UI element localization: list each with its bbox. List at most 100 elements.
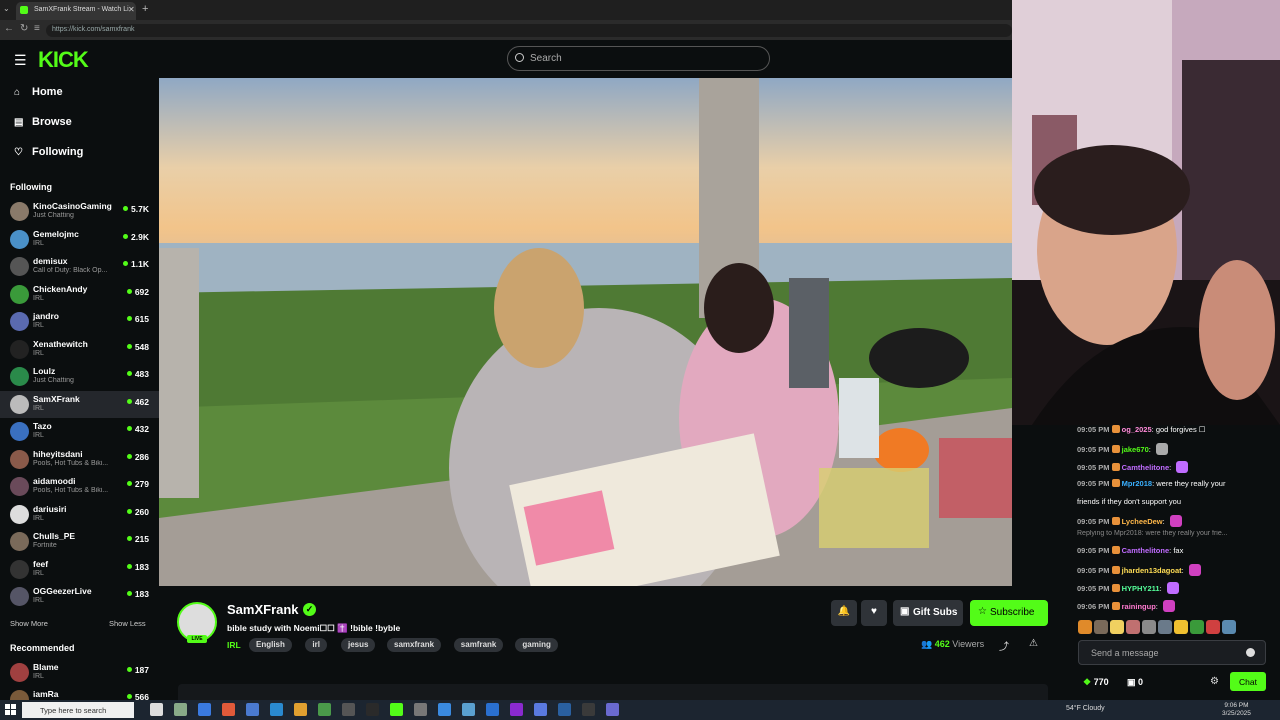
stream-tag[interactable]: gaming	[515, 638, 558, 652]
tab-list-icon[interactable]: ⌄	[3, 4, 10, 13]
chat-message[interactable]: 09:05 PM jake670:	[1077, 443, 1277, 455]
menu-icon[interactable]: ☰	[14, 52, 27, 69]
sidebar-channel-item[interactable]: aidamoodi Pools, Hot Tubs & Biki... 279	[0, 473, 159, 500]
nav-browse[interactable]: ▤ Browse	[14, 116, 72, 128]
chat-message[interactable]: 09:05 PM LycheeDew:	[1077, 515, 1277, 527]
taskbar-app-icon[interactable]	[582, 703, 595, 716]
chat-message[interactable]: 09:05 PM og_2025: god forgives ☐	[1077, 425, 1277, 434]
streamer-name[interactable]: SamXFrank	[227, 602, 299, 617]
channel-points[interactable]: ❖ 770	[1083, 677, 1109, 688]
subscribe-button[interactable]: ☆ Subscribe	[970, 600, 1048, 626]
emoji-picker-icon[interactable]	[1246, 648, 1255, 657]
emote-icon[interactable]	[1222, 620, 1236, 634]
site-info-icon[interactable]: ≡	[34, 23, 40, 34]
kick-logo[interactable]: KICK	[38, 47, 89, 73]
chat-message[interactable]: friends if they don't support you	[1077, 497, 1277, 506]
chat-send-button[interactable]: Chat	[1230, 672, 1266, 691]
taskbar-app-icon[interactable]	[606, 703, 619, 716]
taskbar-app-icon[interactable]	[294, 703, 307, 716]
search-input[interactable]: Search	[507, 46, 770, 71]
taskbar-app-icon[interactable]	[462, 703, 475, 716]
sidebar-channel-item[interactable]: jandro IRL 615	[0, 308, 159, 335]
follow-button[interactable]: ♥	[861, 600, 887, 626]
url-field[interactable]: https://kick.com/samxfrank	[46, 24, 1012, 37]
sidebar-channel-item[interactable]: hiheyitsdani Pools, Hot Tubs & Biki... 286	[0, 446, 159, 473]
chat-message-input[interactable]: Send a message	[1078, 640, 1266, 665]
stream-tag[interactable]: samxfrank	[387, 638, 442, 652]
emote-icon[interactable]	[1158, 620, 1172, 634]
taskbar-app-icon[interactable]	[390, 703, 403, 716]
taskbar-app-icon[interactable]	[318, 703, 331, 716]
taskbar-app-icon[interactable]	[486, 703, 499, 716]
show-less-button[interactable]: Show Less	[109, 619, 146, 628]
browser-tab[interactable]: SamXFrank Stream - Watch Li ✕	[16, 2, 136, 20]
taskbar-app-icon[interactable]	[198, 703, 211, 716]
taskbar-app-icon[interactable]	[414, 703, 427, 716]
emote-icon[interactable]	[1174, 620, 1188, 634]
chat-message[interactable]: 09:05 PM Mpr2018: were they really your	[1077, 479, 1277, 488]
chat-settings-icon[interactable]: ⚙	[1210, 676, 1219, 687]
sidebar-channel-item[interactable]: Loulz Just Chatting 483	[0, 363, 159, 390]
chat-username[interactable]: rainingup	[1122, 602, 1156, 611]
nav-home[interactable]: ⌂ Home	[14, 86, 63, 98]
emote-icon[interactable]	[1126, 620, 1140, 634]
chat-username[interactable]: Mpr2018	[1122, 479, 1152, 488]
chat-username[interactable]: og_2025	[1122, 425, 1152, 434]
emote-icon[interactable]	[1142, 620, 1156, 634]
chat-message[interactable]: 09:05 PM Camthelitone:	[1077, 461, 1277, 473]
emote-icon[interactable]	[1190, 620, 1204, 634]
notification-bell-button[interactable]: 🔔	[831, 600, 857, 626]
taskbar-search-input[interactable]: Type here to search	[22, 702, 134, 718]
close-tab-icon[interactable]: ✕	[128, 5, 135, 14]
sidebar-channel-item[interactable]: dariusiri IRL 260	[0, 501, 159, 528]
taskbar-app-icon[interactable]	[246, 703, 259, 716]
taskbar-app-icon[interactable]	[174, 703, 187, 716]
sidebar-channel-item[interactable]: feef IRL 183	[0, 556, 159, 583]
weather-widget[interactable]: 54°F Cloudy	[1066, 705, 1105, 712]
system-clock[interactable]: 9:06 PM 3/25/2025	[1222, 702, 1251, 718]
video-player[interactable]	[159, 78, 1012, 586]
stream-tag[interactable]: English	[249, 638, 292, 652]
taskbar-app-icon[interactable]	[270, 703, 283, 716]
show-more-button[interactable]: Show More	[10, 619, 48, 628]
stream-tag[interactable]: samfrank	[453, 638, 504, 652]
emote-icon[interactable]	[1110, 620, 1124, 634]
chat-message[interactable]: 09:05 PM Camthelitone: fax	[1077, 546, 1277, 555]
sidebar-channel-item[interactable]: Gemelojmc IRL 2.9K	[0, 226, 159, 253]
chat-username[interactable]: Camthelitone	[1122, 546, 1170, 555]
taskbar-app-icon[interactable]	[222, 703, 235, 716]
chat-message[interactable]: 09:05 PM HYPHY211:	[1077, 582, 1277, 594]
report-icon[interactable]: ⚠	[1029, 638, 1038, 649]
windows-start-icon[interactable]	[5, 704, 16, 715]
sidebar-channel-item[interactable]: Chulls_PE Fortnite 215	[0, 528, 159, 555]
sidebar-channel-item[interactable]: demisux Call of Duty: Black Op... 1.1K	[0, 253, 159, 280]
back-icon[interactable]: ←	[4, 23, 14, 34]
chat-username[interactable]: HYPHY211	[1122, 584, 1160, 593]
sidebar-channel-item[interactable]: ChickenAndy IRL 692	[0, 281, 159, 308]
chat-username[interactable]: LycheeDew	[1122, 517, 1163, 526]
chat-username[interactable]: jharden13dagoat	[1122, 566, 1182, 575]
taskbar-app-icon[interactable]	[342, 703, 355, 716]
gift-subs-button[interactable]: ▣ Gift Subs	[893, 600, 963, 626]
taskbar-app-icon[interactable]	[534, 703, 547, 716]
stream-category[interactable]: IRL	[227, 640, 241, 650]
new-tab-icon[interactable]: +	[142, 3, 148, 15]
chat-username[interactable]: jake670	[1122, 445, 1149, 454]
sidebar-channel-item[interactable]: OGGeezerLive IRL 183	[0, 583, 159, 610]
taskbar-app-icon[interactable]	[366, 703, 379, 716]
emote-icon[interactable]	[1094, 620, 1108, 634]
emote-icon[interactable]	[1078, 620, 1092, 634]
sidebar-channel-item[interactable]: Xenathewitch IRL 548	[0, 336, 159, 363]
taskbar-app-icon[interactable]	[510, 703, 523, 716]
reload-icon[interactable]: ↻	[20, 23, 28, 34]
sidebar-channel-item[interactable]: Tazo IRL 432	[0, 418, 159, 445]
sidebar-channel-item[interactable]: KinoCasinoGaming Just Chatting 5.7K	[0, 198, 159, 225]
chat-message[interactable]: 09:06 PM rainingup:	[1077, 600, 1277, 612]
emote-icon[interactable]	[1206, 620, 1220, 634]
taskbar-app-icon[interactable]	[150, 703, 163, 716]
taskbar-app-icon[interactable]	[558, 703, 571, 716]
nav-following[interactable]: ♡ Following	[14, 146, 83, 158]
taskbar-app-icon[interactable]	[438, 703, 451, 716]
recommended-channel-item[interactable]: Blame IRL 187	[0, 659, 159, 686]
stream-tag[interactable]: irl	[305, 638, 327, 652]
